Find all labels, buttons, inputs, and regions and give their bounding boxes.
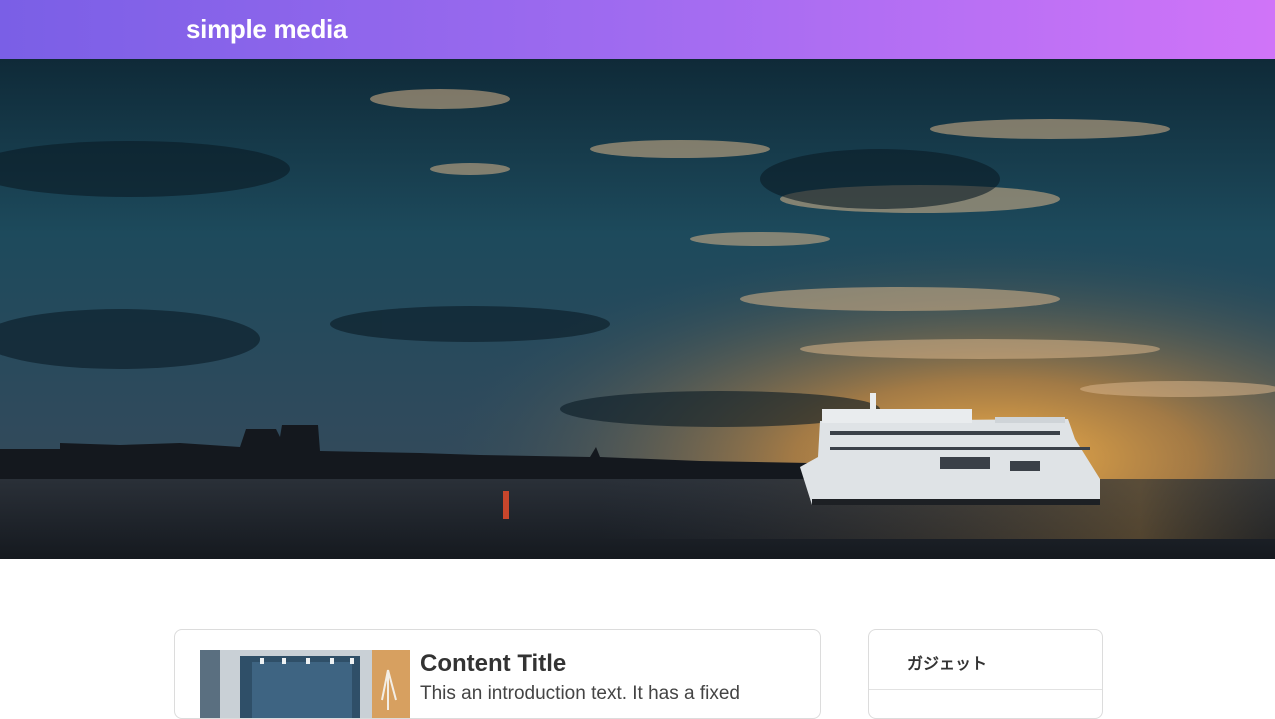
widget-title: ガジェット	[907, 656, 988, 673]
hero-image	[0, 59, 1275, 559]
widget-divider	[869, 689, 1102, 690]
site-logo[interactable]: simple media	[186, 14, 347, 45]
content-thumbnail[interactable]	[200, 650, 410, 718]
content-title[interactable]: Content Title	[420, 650, 566, 678]
sidebar-widget: ガジェット	[868, 629, 1103, 719]
content-intro-text: This an introduction text. It has a fixe…	[420, 683, 741, 704]
site-header: simple media	[0, 0, 1275, 59]
content-card[interactable]: Content Title This an introduction text.…	[174, 629, 821, 719]
